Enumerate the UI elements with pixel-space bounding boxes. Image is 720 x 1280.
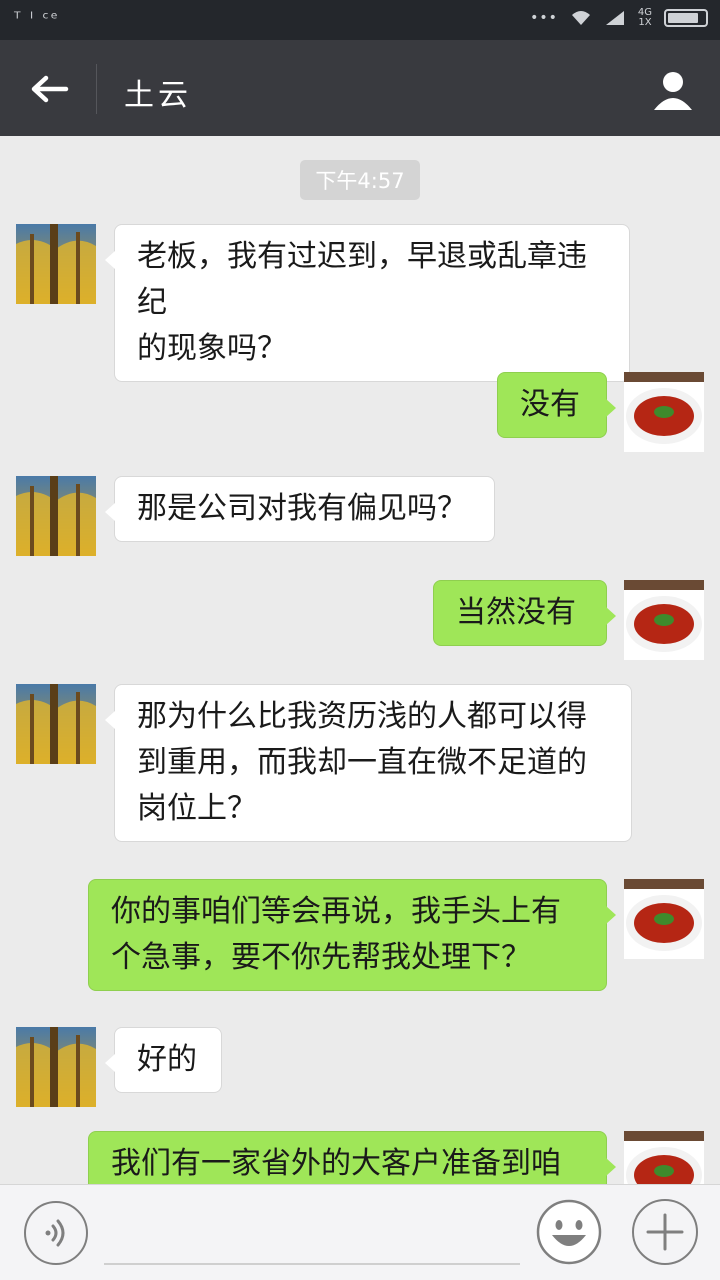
my-avatar[interactable] [624, 1131, 704, 1184]
network-type: 4G 1X [637, 7, 652, 28]
contact-avatar[interactable] [16, 476, 96, 556]
notification-dots-icon: ••• [530, 10, 558, 26]
chat-info-button[interactable] [650, 68, 696, 112]
my-avatar[interactable] [624, 580, 704, 660]
input-bar [0, 1184, 720, 1280]
contact-avatar[interactable] [16, 1027, 96, 1107]
incoming-message[interactable]: 那为什么比我资历浅的人都可以得 到重用，而我却一直在微不足道的 岗位上？ [105, 684, 632, 842]
status-bar: ᵀ ᴵ ᶜᵉ ••• 4G 1X [0, 0, 720, 40]
voice-icon [45, 1219, 65, 1247]
my-avatar[interactable] [624, 879, 704, 959]
back-arrow-icon [31, 75, 69, 103]
contact-avatar[interactable] [16, 224, 96, 304]
voice-button[interactable] [24, 1201, 88, 1265]
more-button[interactable] [632, 1199, 698, 1265]
time-divider: 下午4:57 [300, 160, 420, 200]
outgoing-message[interactable]: 我们有一家省外的大客户准备到咱 [88, 1131, 616, 1184]
incoming-message[interactable]: 好的 [105, 1027, 222, 1093]
status-icons: ••• 4G 1X [530, 8, 708, 28]
contact-avatar[interactable] [16, 684, 96, 764]
header-divider [96, 64, 97, 114]
my-avatar[interactable] [624, 372, 704, 452]
back-button[interactable] [26, 66, 72, 112]
contact-name: 土云 [124, 78, 192, 113]
outgoing-message[interactable]: 你的事咱们等会再说，我手头上有 个急事，要不你先帮我处理下？ [88, 879, 616, 991]
incoming-message[interactable]: 老板，我有过迟到，早退或乱章违纪 的现象吗？ [105, 224, 630, 382]
chat-header: 土云 [0, 40, 720, 136]
incoming-message[interactable]: 那是公司对我有偏见吗？ [105, 476, 495, 542]
emoji-button[interactable] [536, 1199, 602, 1265]
carrier-signal: ᵀ ᴵ ᶜᵉ [14, 9, 60, 29]
outgoing-message[interactable]: 没有 [497, 372, 616, 438]
battery-icon [664, 9, 708, 27]
signal-icon [605, 11, 624, 25]
smiley-icon [536, 1199, 602, 1265]
plus-icon [646, 1213, 684, 1251]
wifi-icon [571, 11, 590, 25]
outgoing-message[interactable]: 当然没有 [433, 580, 616, 646]
message-input[interactable] [104, 1263, 520, 1265]
message-list[interactable]: 下午4:57 老板，我有过迟到，早退或乱章违纪 的现象吗？ 没有 那是公司对我有… [0, 136, 720, 1184]
person-icon [654, 72, 692, 110]
